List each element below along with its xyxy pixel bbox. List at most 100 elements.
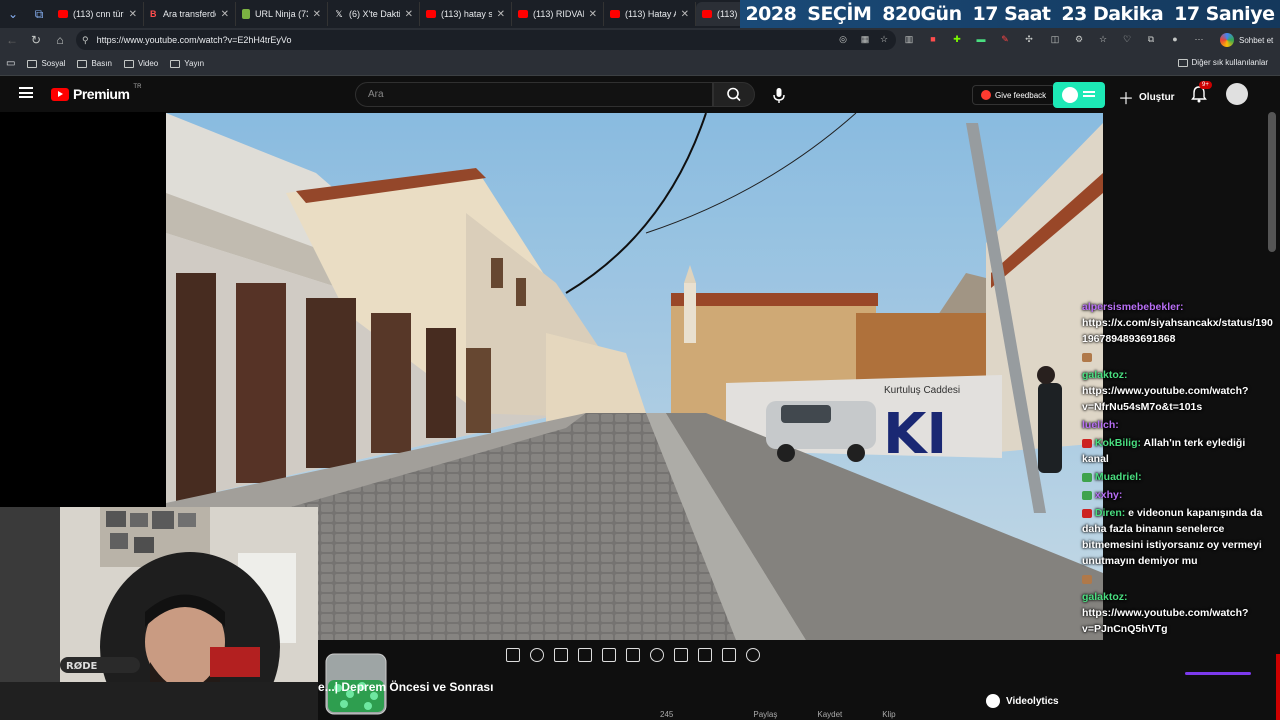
- notification-badge: 9+: [1199, 81, 1212, 89]
- tab-title: (6) X'te Daktilo: [349, 9, 400, 19]
- audio-icon[interactable]: [530, 648, 544, 662]
- transcript-icon[interactable]: [626, 648, 640, 662]
- chat-message: KokBilig: Allah'ın terk eylediği kanal: [1082, 435, 1274, 467]
- copilot-chat-label: Sohbet et: [1239, 35, 1274, 45]
- browser-tab[interactable]: (113) Hatay An ✕: [604, 2, 696, 26]
- more-menu-icon[interactable]: ⋯: [1192, 32, 1206, 46]
- add-frame-icon[interactable]: [674, 648, 688, 662]
- tab-close-icon[interactable]: ✕: [589, 9, 597, 20]
- browser-tab[interactable]: 𝕏 (6) X'te Daktilo ✕: [328, 2, 420, 26]
- settings-icon[interactable]: ⚙: [1072, 32, 1086, 46]
- clip-button[interactable]: Klip: [882, 710, 895, 719]
- account-avatar[interactable]: [1226, 83, 1248, 105]
- youtube-favicon-icon: [518, 10, 528, 18]
- microphone-label: RØDE: [66, 660, 98, 672]
- extension-toggle[interactable]: [1053, 82, 1105, 108]
- chat-username: Diren:: [1094, 507, 1126, 519]
- tab-close-icon[interactable]: ✕: [405, 9, 413, 20]
- chat-message: alpersismebebekler: https://x.com/siyahs…: [1082, 299, 1274, 347]
- tab-close-icon[interactable]: ✕: [221, 9, 229, 20]
- folder-icon: [123, 59, 134, 68]
- copilot-chat-button[interactable]: Sohbet et: [1214, 31, 1279, 49]
- extension-icon[interactable]: ▥: [902, 32, 916, 46]
- give-feedback-button[interactable]: Give feedback: [972, 85, 1056, 105]
- tab-search-icon[interactable]: ⌄: [0, 0, 26, 28]
- save-button[interactable]: Kaydet: [817, 710, 842, 719]
- guide-menu-icon[interactable]: [19, 87, 33, 98]
- share-button[interactable]: Paylaş: [753, 710, 777, 719]
- collections-icon[interactable]: ⧉: [1144, 32, 1158, 46]
- videolytics-icon: [986, 694, 1000, 708]
- tab-title: Ara transferde: [163, 9, 216, 19]
- extension-battery-icon[interactable]: ▬: [974, 32, 988, 46]
- app-icon[interactable]: ▦: [858, 32, 872, 46]
- share-icon[interactable]: ◎: [836, 32, 850, 46]
- browser-tab[interactable]: (113) RIDVAN ✕: [512, 2, 604, 26]
- screenshot-icon[interactable]: [698, 648, 712, 662]
- chat-username: galaktoz:: [1082, 591, 1128, 603]
- toggle-knob: [1062, 87, 1078, 103]
- bookmarks-menu-icon[interactable]: ▭: [6, 58, 15, 69]
- like-count[interactable]: 245: [660, 710, 673, 719]
- search-placeholder: Ara: [368, 89, 384, 100]
- countdown-label: SEÇİM: [807, 3, 872, 25]
- youtube-premium-logo[interactable]: Premium TR: [51, 84, 141, 102]
- favorite-star-icon[interactable]: ☆: [877, 32, 891, 46]
- browser-tab[interactable]: (113) hatay son ✕: [420, 2, 512, 26]
- bookmark-label: Video: [137, 59, 159, 68]
- tab-close-icon[interactable]: ✕: [497, 9, 505, 20]
- chat-message: [1082, 571, 1274, 587]
- chat-message: galaktoz: https://www.youtube.com/watch?…: [1082, 367, 1274, 415]
- url-field[interactable]: ⚲ https://www.youtube.com/watch?v=E2hH4t…: [76, 30, 896, 50]
- settings-gear-icon[interactable]: [746, 648, 760, 662]
- folder-icon: [170, 59, 181, 68]
- split-screen-icon[interactable]: ◫: [1048, 32, 1062, 46]
- picture-in-picture-icon[interactable]: [602, 648, 616, 662]
- search-input[interactable]: Ara: [355, 82, 713, 107]
- workspaces-icon[interactable]: ⧉: [26, 0, 52, 28]
- chat-username: xxhy:: [1094, 489, 1123, 501]
- b-favicon-icon: B: [150, 9, 157, 19]
- speed-icon[interactable]: [650, 648, 664, 662]
- election-countdown-banner: 2028 SEÇİM 820Gün 17 Saat 23 Dakika 17 S…: [740, 0, 1280, 28]
- videolytics-label: Videolytics: [1006, 695, 1059, 707]
- extension-pen-icon[interactable]: ✎: [998, 32, 1012, 46]
- videolytics-button[interactable]: Videolytics: [986, 694, 1059, 708]
- tab-close-icon[interactable]: ✕: [313, 9, 321, 20]
- other-bookmarks[interactable]: Diğer sık kullanılanlar: [1177, 58, 1268, 67]
- bookmark-folder-yayin[interactable]: Yayın: [170, 59, 204, 68]
- home-icon[interactable]: ⌂: [48, 33, 72, 47]
- loop-icon[interactable]: [506, 648, 520, 662]
- bookmark-folder-video[interactable]: Video: [123, 59, 159, 68]
- chat-emote-icon: [1082, 574, 1092, 584]
- browser-tab[interactable]: (113) cnn türk ✕: [52, 2, 144, 26]
- profile-icon[interactable]: ●: [1168, 32, 1182, 46]
- extension-red-icon[interactable]: ■: [926, 32, 940, 46]
- cinema-mode-icon[interactable]: [554, 648, 568, 662]
- browser-tab[interactable]: URL Ninja (73) ✕: [236, 2, 328, 26]
- back-icon[interactable]: ←: [0, 33, 24, 47]
- favorites-icon[interactable]: ☆: [1096, 32, 1110, 46]
- create-button[interactable]: ＋ Oluştur: [1118, 85, 1175, 109]
- lab-flask-icon[interactable]: [722, 648, 736, 662]
- chat-accent-line: [1185, 672, 1251, 675]
- url-text: https://www.youtube.com/watch?v=E2hH4trE…: [96, 35, 292, 45]
- bookmark-folder-basin[interactable]: Basın: [77, 59, 112, 68]
- tab-close-icon[interactable]: ✕: [129, 9, 137, 20]
- browser-tab[interactable]: B Ara transferde ✕: [144, 2, 236, 26]
- browser-essentials-icon[interactable]: ♡: [1120, 32, 1134, 46]
- reload-icon[interactable]: ↻: [24, 33, 48, 47]
- extensions-icon[interactable]: ✣: [1022, 32, 1036, 46]
- tab-close-icon[interactable]: ✕: [681, 9, 689, 20]
- page-scrollbar[interactable]: [1268, 112, 1276, 252]
- bookmark-label: Basın: [91, 59, 112, 68]
- bookmark-folder-sosyal[interactable]: Sosyal: [27, 59, 65, 68]
- video-title: e...| Deprem Öncesi ve Sonrası: [318, 680, 494, 694]
- search-button[interactable]: [713, 82, 755, 107]
- extension-green-icon[interactable]: ✚: [950, 32, 964, 46]
- chat-emote-icon: [1082, 472, 1092, 482]
- chat-username: KokBilig:: [1094, 437, 1142, 449]
- voice-search-icon[interactable]: [770, 86, 788, 104]
- film-icon[interactable]: [578, 648, 592, 662]
- site-info-icon[interactable]: ⚲: [82, 35, 89, 46]
